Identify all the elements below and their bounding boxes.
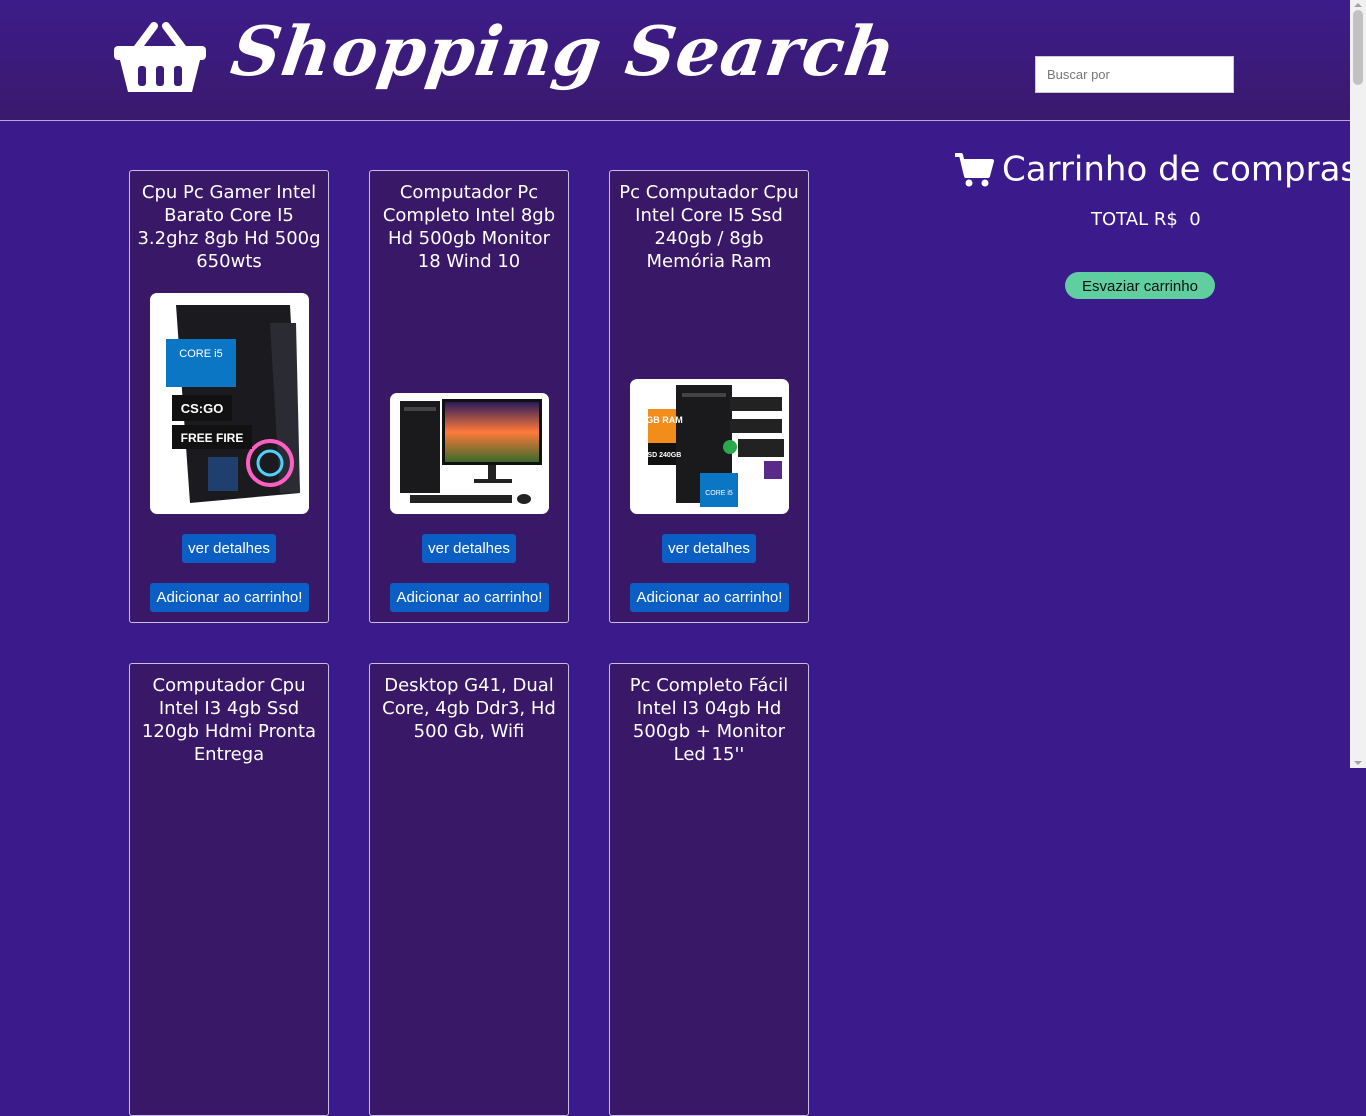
intel-label: CORE i5 (179, 348, 222, 360)
scrollbar-thumb[interactable] (1353, 10, 1363, 85)
core-label: CORE i5 (705, 490, 733, 497)
empty-cart-button[interactable]: Esvaziar carrinho (1065, 272, 1215, 299)
product-image[interactable] (390, 393, 549, 514)
product-card: Cpu Pc Gamer Intel Barato Core I5 3.2ghz… (129, 170, 329, 623)
scroll-up-icon[interactable] (1354, 3, 1362, 7)
freefire-label: FREE FIRE (181, 431, 244, 445)
view-details-button[interactable]: ver detalhes (182, 534, 276, 563)
add-to-cart-button[interactable]: Adicionar ao carrinho! (390, 583, 549, 612)
product-title: Computador Cpu Intel I3 4gb Ssd 120gb Hd… (141, 675, 317, 765)
product-image[interactable]: CORE i5 CS:GO FREE FIRE (150, 293, 309, 514)
cart-title: Carrinho de compras (954, 148, 1358, 190)
site-logo-text[interactable]: Shopping Search (226, 12, 901, 92)
total-label: TOTAL R$ (1091, 209, 1178, 230)
product-title: Computador Pc Completo Intel 8gb Hd 500g… (382, 182, 556, 272)
search-input[interactable] (1035, 56, 1234, 93)
cart-title-text: Carrinho de compras (1002, 149, 1359, 190)
add-to-cart-button[interactable]: Adicionar ao carrinho! (150, 583, 309, 612)
product-card: Computador Pc Completo Intel 8gb Hd 500g… (369, 170, 569, 623)
csgo-label: CS:GO (181, 401, 224, 416)
product-title: Desktop G41, Dual Core, 4gb Ddr3, Hd 500… (382, 675, 556, 742)
product-title: Cpu Pc Gamer Intel Barato Core I5 3.2ghz… (137, 182, 321, 272)
product-card: Computador Cpu Intel I3 4gb Ssd 120gb Hd… (129, 663, 329, 1116)
product-card: Pc Completo Fácil Intel I3 04gb Hd 500gb… (609, 663, 809, 1116)
total-value: 0 (1189, 209, 1201, 230)
cart-total: TOTAL R$ 0 (1091, 209, 1201, 230)
view-details-button[interactable]: ver detalhes (662, 534, 756, 563)
product-card: Pc Computador Cpu Intel Core I5 Ssd 240g… (609, 170, 809, 623)
product-title: Pc Computador Cpu Intel Core I5 Ssd 240g… (619, 182, 799, 272)
ram-label: 8GB RAM (641, 415, 683, 425)
add-to-cart-button[interactable]: Adicionar ao carrinho! (630, 583, 789, 612)
product-image[interactable]: 8GB RAM SSD 240GB CORE i5 (630, 379, 789, 514)
shopping-cart-icon (955, 152, 994, 186)
site-header: Shopping Search (0, 0, 1350, 121)
product-card: Desktop G41, Dual Core, 4gb Ddr3, Hd 500… (369, 663, 569, 1116)
ssd-label: SSD 240GB (643, 452, 682, 459)
product-title: Pc Completo Fácil Intel I3 04gb Hd 500gb… (629, 675, 789, 765)
view-details-button[interactable]: ver detalhes (422, 534, 516, 563)
vertical-scrollbar[interactable] (1350, 0, 1366, 768)
basket-icon (114, 22, 206, 92)
scroll-down-icon[interactable] (1354, 761, 1362, 765)
